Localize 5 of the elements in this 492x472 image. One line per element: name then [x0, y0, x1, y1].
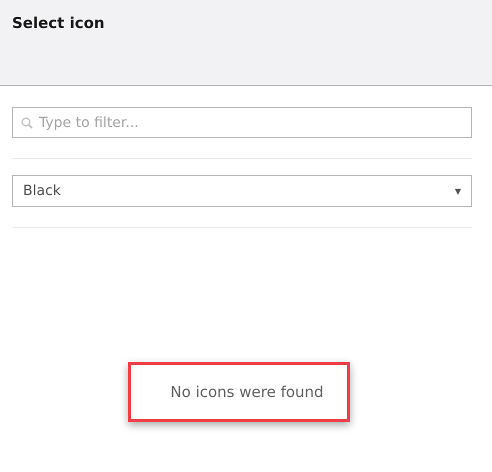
dialog-title: Select icon: [12, 14, 105, 32]
dropdown-arrow-icon: ▼: [454, 186, 461, 196]
filter-field[interactable]: Type to filter...: [12, 107, 472, 138]
empty-message: No icons were found: [170, 383, 324, 401]
color-select[interactable]: Black ▼: [12, 175, 472, 207]
